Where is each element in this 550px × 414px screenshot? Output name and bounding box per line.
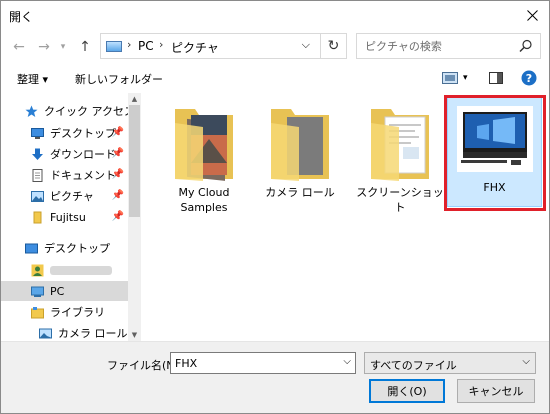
pin-icon: 📌 [111, 127, 124, 138]
close-button[interactable] [515, 1, 549, 29]
folder-with-photos-icon [175, 109, 233, 181]
blurred-username [50, 265, 112, 275]
scrollbar-thumb[interactable] [129, 105, 140, 217]
tile-label: カメラ ロール [265, 186, 335, 199]
svg-text:?: ? [526, 72, 532, 85]
navigation-pane: クイック アクセス デスクトップ 📌 ダウンロード 📌 ドキュメント 📌 ピクチ… [1, 93, 141, 341]
tree-item-pc[interactable]: PC [1, 281, 128, 301]
document-icon [32, 168, 43, 182]
filename-field[interactable]: ⌵ [170, 352, 356, 374]
tree-label: デスクトップ [50, 127, 116, 140]
desktop-icon [31, 127, 44, 139]
folder-my-cloud-samples[interactable]: My Cloud Samples [156, 93, 252, 225]
filetype-select[interactable]: すべてのファイル ⌵ [364, 352, 536, 374]
pin-icon: 📌 [111, 148, 124, 159]
tree-label: ダウンロード [50, 148, 116, 161]
title-bar: 開く [1, 1, 549, 29]
tree-item-fujitsu[interactable]: Fujitsu 📌 [1, 207, 128, 227]
tree-label: Fujitsu [50, 210, 86, 224]
breadcrumb-separator-icon: › [127, 38, 132, 51]
tree-item-desktop[interactable]: デスクトップ 📌 [1, 123, 128, 143]
tree-label: カメラ ロール [58, 327, 128, 340]
address-bar[interactable]: › PC › ピクチャ ⌵ ↻ [100, 33, 347, 59]
pin-icon: 📌 [111, 190, 124, 201]
tree-label: デスクトップ [44, 242, 110, 255]
window-title: 開く [9, 10, 34, 24]
desktop-icon [25, 243, 38, 253]
address-dropdown-icon[interactable]: ⌵ [302, 38, 310, 52]
back-arrow-icon: ← [13, 39, 25, 55]
chevron-down-icon[interactable]: ⌵ [343, 356, 351, 367]
close-icon [526, 9, 538, 21]
back-button[interactable]: ← [9, 37, 29, 57]
tree-label: PC [50, 284, 65, 298]
tree-item-library[interactable]: ライブラリ [1, 302, 128, 322]
organize-button[interactable]: 整理 ▾ [17, 71, 48, 87]
folder-camera-roll[interactable]: カメラ ロール [252, 93, 348, 225]
change-view-button[interactable]: ▾ [442, 68, 468, 88]
view-icon [442, 72, 458, 84]
help-icon: ? [521, 70, 537, 86]
command-toolbar: 整理 ▾ 新しいフォルダー ▾ ? [1, 67, 549, 89]
star-icon [25, 105, 38, 117]
search-input[interactable] [357, 34, 517, 58]
tree-label: ピクチャ [50, 190, 94, 203]
folder-with-photos-icon [371, 109, 429, 181]
folder-screenshots[interactable]: スクリーンショット [352, 93, 448, 225]
preview-pane-icon [489, 72, 503, 84]
breadcrumb-separator-icon: › [159, 38, 164, 51]
tree-quick-access[interactable]: クイック アクセス [1, 101, 135, 121]
highlight-annotation [444, 95, 546, 211]
scroll-up-icon[interactable]: ▲ [128, 93, 141, 105]
pin-icon: 📌 [111, 211, 124, 222]
tree-item-downloads[interactable]: ダウンロード 📌 [1, 144, 128, 164]
folder-icon [33, 211, 42, 223]
pictures-icon [39, 328, 52, 338]
filetype-value: すべてのファイル [370, 359, 457, 372]
open-button[interactable]: 開く(O) [369, 379, 445, 403]
pc-icon [106, 41, 122, 52]
cancel-button[interactable]: キャンセル [457, 379, 535, 403]
help-button[interactable]: ? [521, 68, 537, 88]
breadcrumb-pictures[interactable]: ピクチャ [171, 39, 219, 56]
breadcrumb-pc[interactable]: PC [138, 39, 154, 53]
user-icon [31, 264, 44, 276]
tree-label: ドキュメント [50, 169, 116, 182]
up-button[interactable]: ↑ [75, 37, 95, 57]
tree-item-user[interactable] [1, 260, 128, 280]
tree-label: ライブラリ [50, 306, 105, 319]
refresh-button[interactable]: ↻ [320, 33, 346, 59]
tree-item-documents[interactable]: ドキュメント 📌 [1, 165, 128, 185]
tile-label: スクリーンショット [356, 186, 444, 214]
tree-item-pictures[interactable]: ピクチャ 📌 [1, 186, 128, 206]
recent-locations-button[interactable]: ▾ [57, 37, 69, 57]
filename-input[interactable] [171, 353, 337, 373]
forward-arrow-icon: → [38, 39, 50, 55]
open-dialog: 開く ← → ▾ ↑ › PC › ピクチャ ⌵ ↻ 整理 ▾ 新しいフォルダー… [0, 0, 550, 414]
chevron-down-icon: ⌵ [522, 356, 530, 367]
library-icon [31, 306, 44, 318]
chevron-down-icon: ▾ [463, 73, 468, 83]
tree-item-desktop-root[interactable]: デスクトップ [1, 238, 128, 258]
pin-icon: 📌 [111, 169, 124, 180]
navigation-scrollbar[interactable]: ▲ ▼ [128, 93, 141, 341]
chevron-down-icon: ▾ [60, 42, 66, 52]
tree-item-camera-roll[interactable]: カメラ ロール [1, 323, 128, 341]
tree-label: クイック アクセス [44, 105, 135, 118]
preview-pane-button[interactable] [489, 68, 503, 88]
new-folder-button[interactable]: 新しいフォルダー [75, 71, 163, 87]
download-arrow-icon [32, 148, 43, 160]
search-box[interactable] [356, 33, 541, 59]
pictures-icon [31, 190, 44, 202]
folder-with-photos-icon [271, 109, 329, 181]
scroll-down-icon[interactable]: ▼ [128, 329, 141, 341]
dialog-footer: ファイル名(N): ⌵ すべてのファイル ⌵ 開く(O) キャンセル [1, 341, 549, 413]
forward-button[interactable]: → [34, 37, 54, 57]
pc-icon [31, 286, 44, 297]
navigation-bar: ← → ▾ ↑ › PC › ピクチャ ⌵ ↻ [1, 29, 549, 67]
tile-label: My Cloud Samples [178, 186, 230, 214]
search-icon [519, 39, 532, 53]
refresh-icon: ↻ [327, 38, 340, 54]
up-arrow-icon: ↑ [79, 39, 91, 55]
